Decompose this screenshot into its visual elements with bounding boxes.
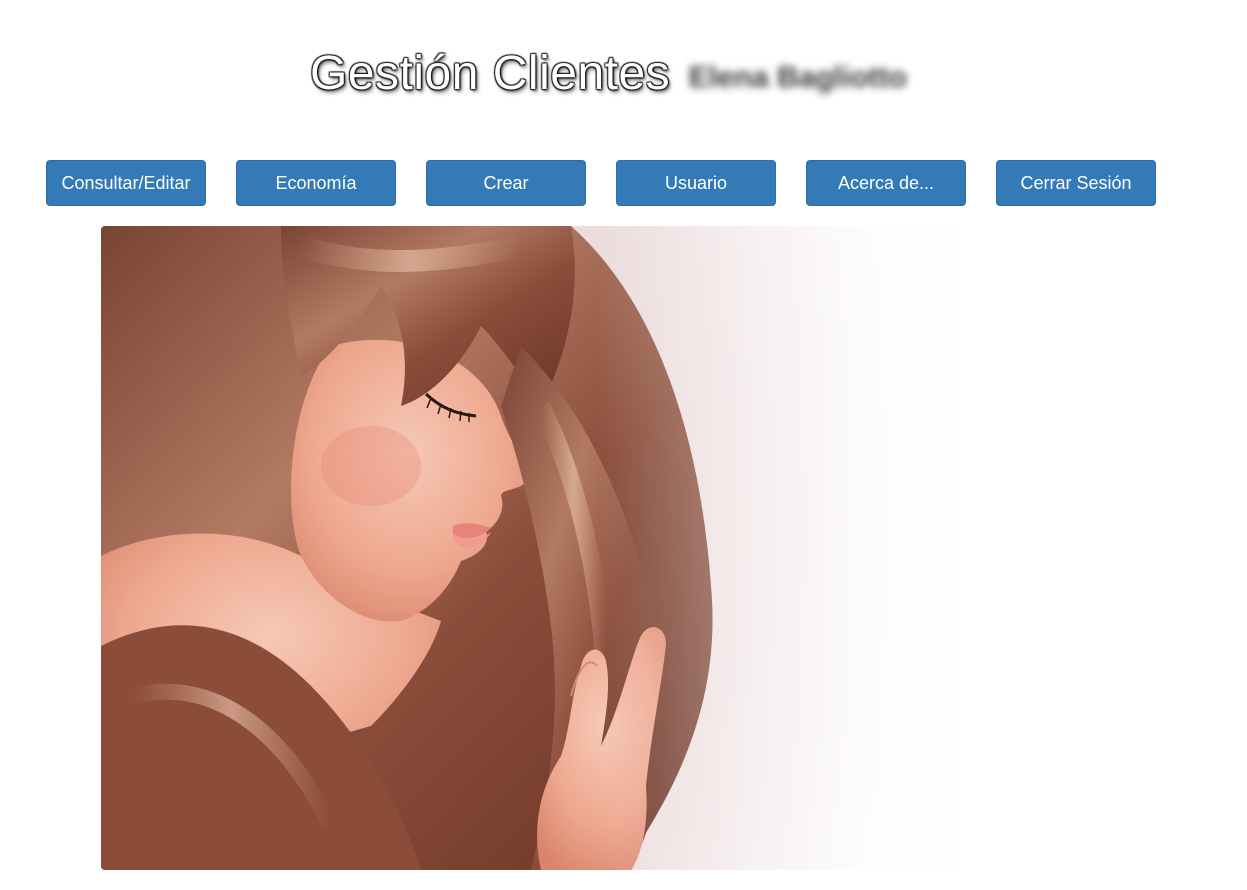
main-nav: Consultar/Editar Economía Crear Usuario … xyxy=(46,160,1156,206)
usuario-button[interactable]: Usuario xyxy=(616,160,776,206)
header: Gestión Clientes Elena Bagliotto xyxy=(310,46,907,101)
hero-illustration xyxy=(101,226,1001,870)
hero-image xyxy=(101,226,1001,870)
acerca-de-button[interactable]: Acerca de... xyxy=(806,160,966,206)
cerrar-sesion-button[interactable]: Cerrar Sesión xyxy=(996,160,1156,206)
consultar-editar-button[interactable]: Consultar/Editar xyxy=(46,160,206,206)
economia-button[interactable]: Economía xyxy=(236,160,396,206)
page-title: Gestión Clientes xyxy=(310,47,671,100)
user-name: Elena Bagliotto xyxy=(688,60,907,94)
crear-button[interactable]: Crear xyxy=(426,160,586,206)
